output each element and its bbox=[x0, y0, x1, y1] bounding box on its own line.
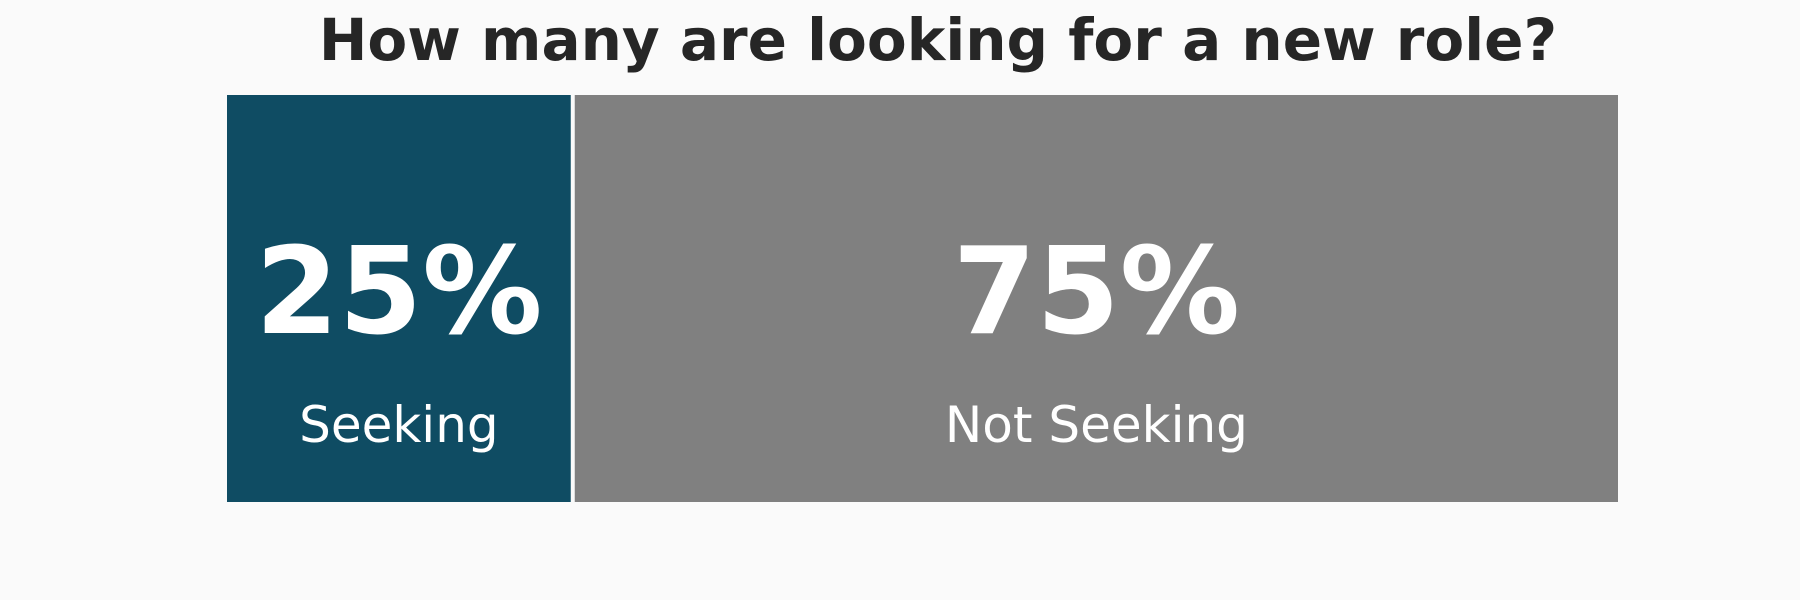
value-label-seeking: 25% bbox=[255, 223, 542, 362]
value-label-not-seeking: 75% bbox=[953, 223, 1240, 362]
stacked-bar-chart: 25% Seeking 75% Not Seeking bbox=[227, 95, 1618, 502]
category-label-not-seeking: Not Seeking bbox=[945, 396, 1248, 454]
category-label-seeking: Seeking bbox=[299, 396, 499, 454]
chart-page: How many are looking for a new role? 25%… bbox=[0, 0, 1800, 600]
